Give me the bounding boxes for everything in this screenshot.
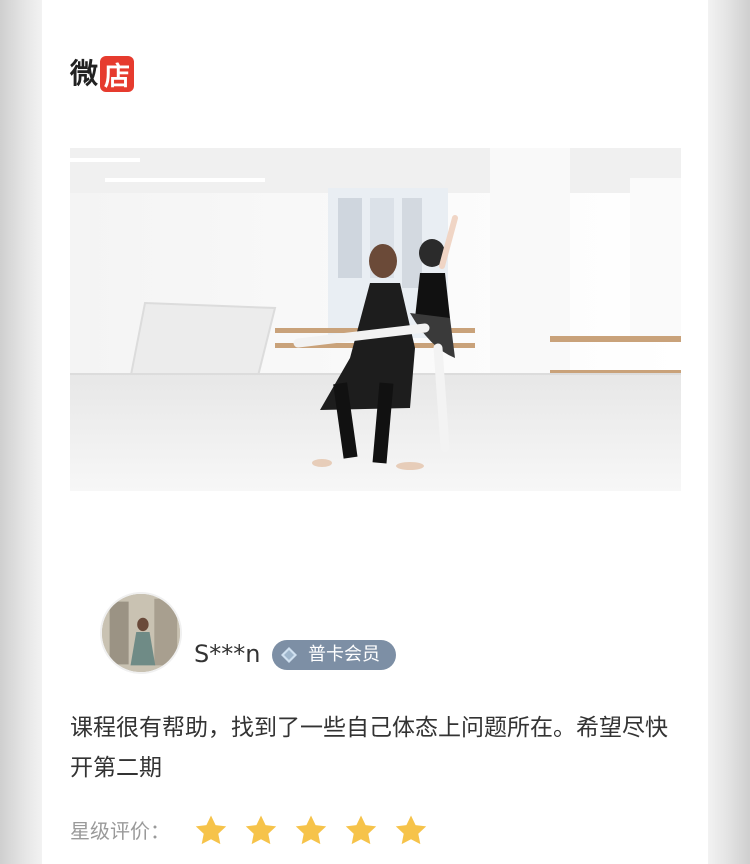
review-card: 微 店 S***n 普卡会员 课程很有帮助，找到了一些自己体态上问题所在。希望尽…	[42, 0, 708, 864]
rating-stars	[192, 812, 430, 852]
weidian-logo: 微 店	[70, 55, 135, 93]
member-badge-label: 普卡会员	[308, 644, 380, 665]
star-icon	[195, 815, 227, 845]
star-icon	[295, 815, 327, 845]
star-icon	[345, 815, 377, 845]
brand-text: 微	[70, 57, 99, 90]
user-avatar[interactable]	[100, 592, 182, 674]
rating-label: 星级评价：	[70, 819, 170, 843]
diamond-icon	[281, 647, 297, 663]
member-badge: 普卡会员	[272, 640, 396, 670]
review-text: 课程很有帮助，找到了一些自己体态上问题所在。希望尽快开第二期	[70, 715, 668, 781]
username[interactable]: S***n	[194, 638, 260, 670]
brand-badge: 店	[100, 56, 135, 92]
ballet-lesson-photo[interactable]	[70, 148, 681, 491]
background-right	[708, 0, 750, 864]
star-icon	[395, 815, 427, 845]
background-left	[0, 0, 42, 864]
star-icon	[245, 815, 277, 845]
